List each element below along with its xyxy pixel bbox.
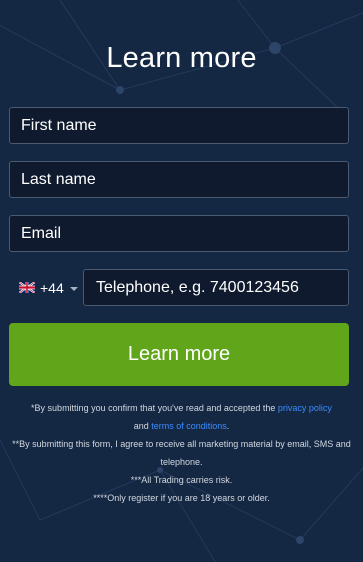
first-name-input[interactable]: First name (9, 107, 349, 144)
last-name-input[interactable]: Last name (9, 161, 349, 198)
country-code: +44 (40, 279, 64, 296)
terms-link[interactable]: terms of conditions (151, 421, 227, 431)
country-code-select[interactable]: +44 (9, 269, 83, 306)
risk-warning-text: ***All Trading carries risk. (130, 475, 233, 485)
signup-panel: Learn more First name Last name Email +4… (0, 0, 363, 562)
age-requirement-text: ****Only register if you are 18 years or… (93, 493, 270, 503)
chevron-down-icon (69, 286, 78, 291)
disclaimer: *By submitting you confirm that you've r… (8, 399, 355, 507)
page-title: Learn more (106, 42, 257, 74)
consent-line: *By submitting you confirm that you've r… (8, 399, 355, 435)
marketing-consent-text: **By submitting this form, I agree to re… (12, 439, 351, 467)
consent-suffix: . (226, 421, 230, 431)
telephone-input[interactable]: Telephone, e.g. 7400123456 (83, 269, 349, 306)
privacy-policy-link[interactable]: privacy policy (278, 403, 332, 413)
email-input[interactable]: Email (9, 215, 349, 252)
uk-flag-icon (19, 282, 35, 293)
consent-prefix: *By submitting you confirm that you've r… (31, 403, 278, 413)
consent-and: and (133, 421, 152, 431)
learn-more-button[interactable]: Learn more (9, 323, 349, 386)
